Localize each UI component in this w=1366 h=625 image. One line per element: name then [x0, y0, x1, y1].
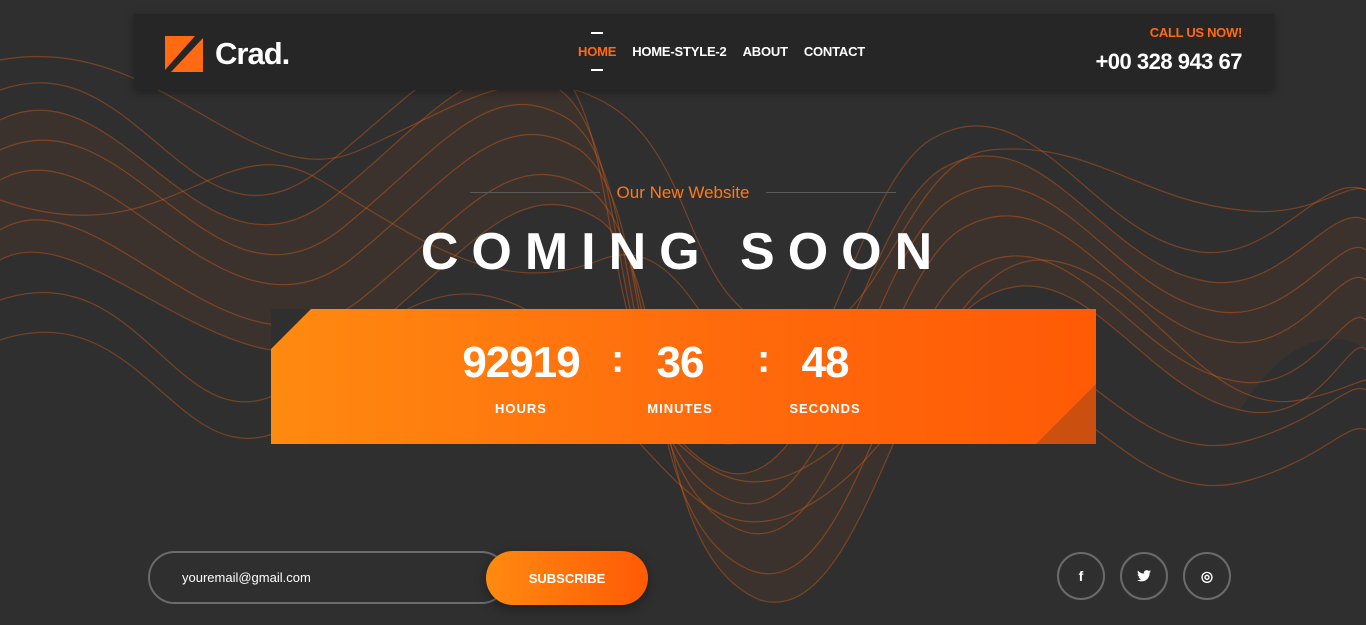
call-us-label: CALL US NOW!	[1149, 25, 1243, 40]
countdown-seconds: 48 SECONDS	[765, 338, 885, 417]
seconds-label: SECONDS	[789, 401, 861, 416]
twitter-glyph	[1137, 570, 1151, 582]
nav-item-contact[interactable]: CONTACT	[804, 44, 865, 59]
corner-cut-icon	[1036, 384, 1096, 444]
nav-item-home[interactable]: HOME	[578, 44, 616, 59]
hero-title: COMING SOON	[420, 223, 946, 281]
main-nav: HOME HOME-STYLE-2 ABOUT CONTACT	[578, 44, 881, 59]
countdown-hours: 92919 HOURS	[461, 338, 581, 417]
hero-subtitle: Our New Website	[616, 183, 750, 202]
hours-label: HOURS	[495, 401, 547, 416]
twitter-icon[interactable]	[1120, 552, 1168, 600]
email-field[interactable]	[180, 569, 484, 586]
facebook-icon[interactable]: f	[1057, 552, 1105, 600]
brand-name: Crad.	[215, 36, 290, 71]
logo-mark-icon	[165, 36, 203, 72]
site-header: Crad. HOME HOME-STYLE-2 ABOUT CONTACT CA…	[134, 14, 1274, 90]
subscribe-button[interactable]: SUBSCRIBE	[486, 551, 648, 605]
countdown-minutes: 36 MINUTES	[620, 338, 740, 417]
facebook-glyph: f	[1078, 568, 1084, 584]
seconds-value: 48	[801, 338, 850, 387]
minutes-label: MINUTES	[647, 401, 713, 416]
nav-item-home-style-2[interactable]: HOME-STYLE-2	[632, 44, 727, 59]
minutes-value: 36	[656, 338, 705, 387]
hours-value: 92919	[462, 338, 580, 387]
nav-item-about[interactable]: ABOUT	[743, 44, 788, 59]
dribbble-icon[interactable]: ◎	[1183, 552, 1231, 600]
countdown-panel: 92919 HOURS : 36 MINUTES : 48 SECONDS	[271, 309, 1096, 444]
dribbble-glyph: ◎	[1200, 567, 1214, 584]
email-field-wrapper	[148, 551, 508, 604]
logo[interactable]: Crad.	[165, 34, 290, 74]
corner-cut-icon	[271, 309, 311, 349]
phone-number[interactable]: +00 328 943 67	[1095, 49, 1242, 75]
